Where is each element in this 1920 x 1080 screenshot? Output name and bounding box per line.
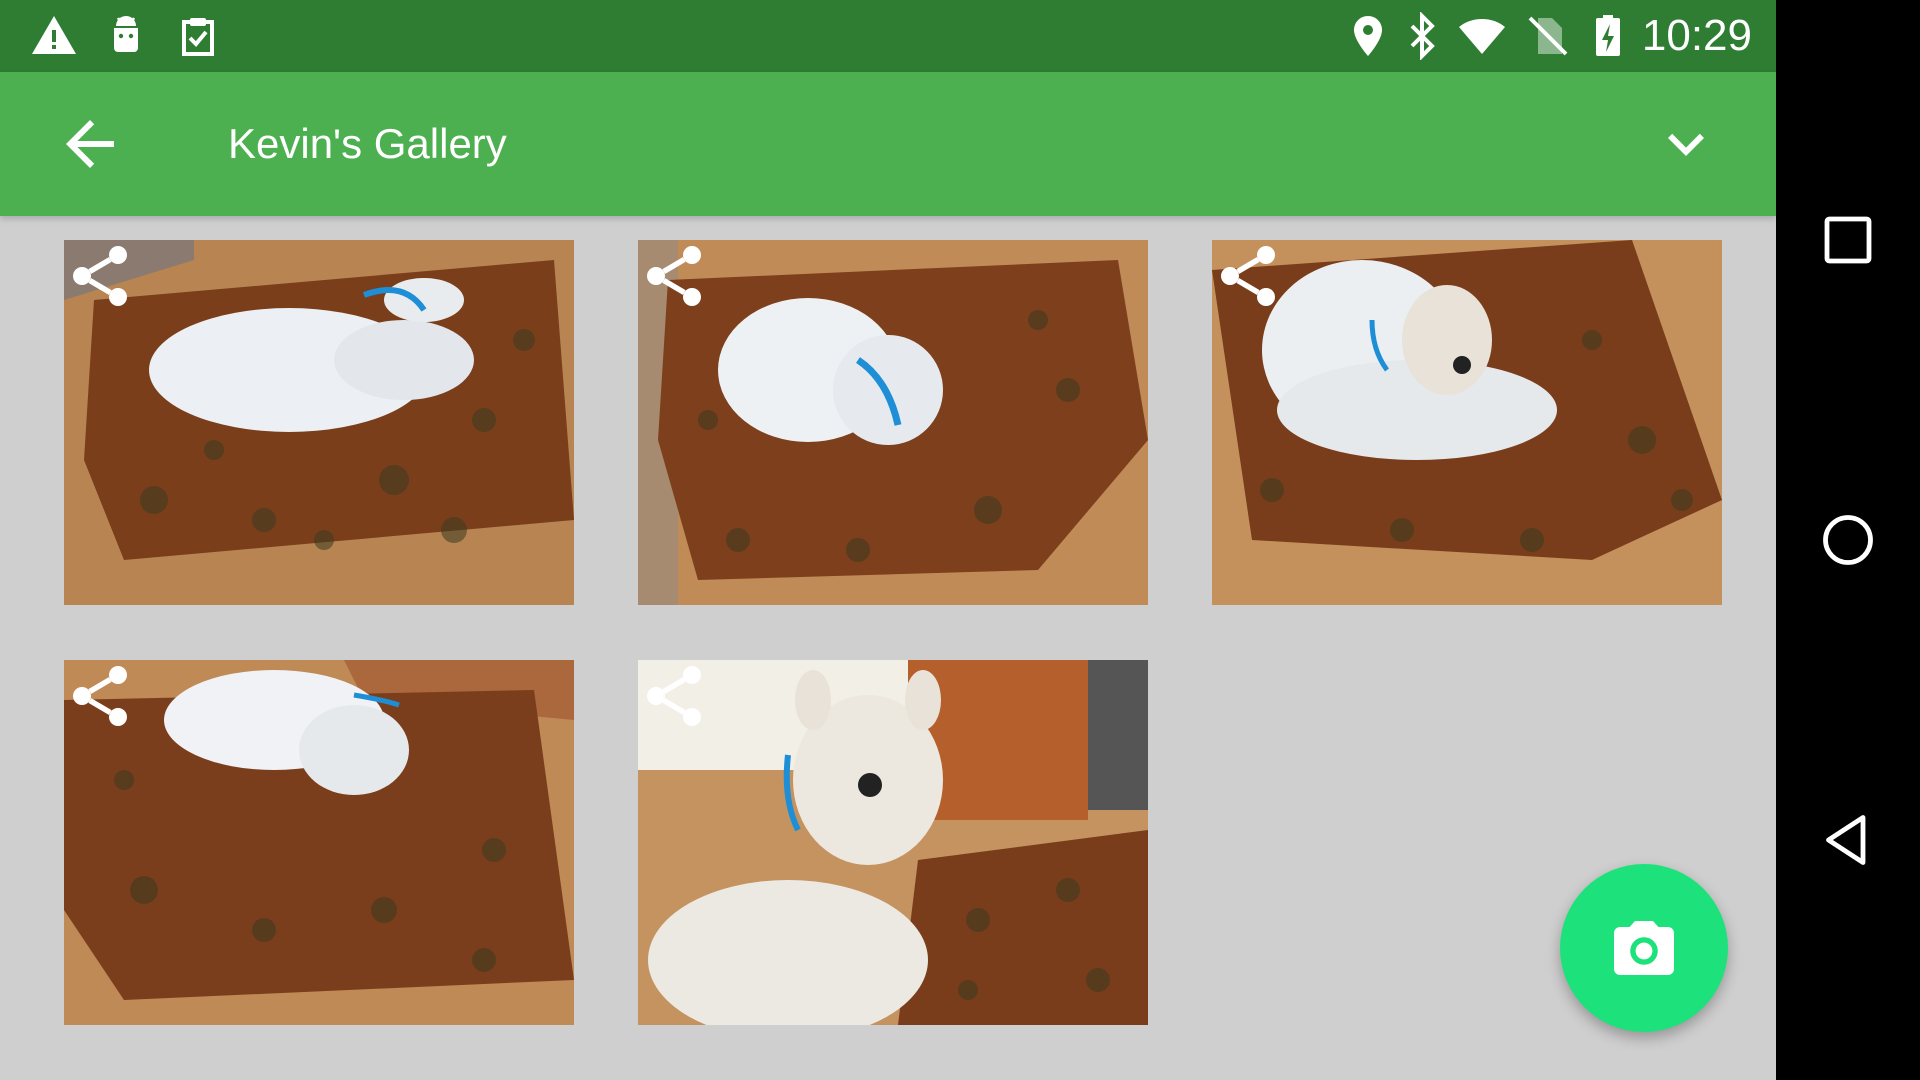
android-debug-icon <box>114 16 138 52</box>
gallery-photo[interactable] <box>638 660 1148 1025</box>
share-button[interactable] <box>638 240 710 312</box>
battery-charging-icon <box>1596 15 1620 56</box>
back-button[interactable] <box>1812 804 1884 876</box>
share-button[interactable] <box>638 660 710 732</box>
clock: 10:29 <box>1641 11 1752 60</box>
gallery-photo[interactable] <box>1212 240 1722 605</box>
app-toolbar: Kevin's Gallery <box>0 72 1776 216</box>
share-icon <box>1212 240 1284 312</box>
share-button[interactable] <box>1212 240 1284 312</box>
share-icon <box>64 660 136 732</box>
dog-photo-image <box>638 660 1148 1025</box>
bluetooth-icon <box>1410 12 1435 60</box>
system-nav-bar <box>1776 0 1920 1080</box>
no-sim-icon <box>1528 16 1568 56</box>
page-title: Kevin's Gallery <box>228 120 507 167</box>
dog-photo-image <box>64 660 574 1025</box>
recents-button[interactable] <box>1812 204 1884 276</box>
gallery-photo[interactable] <box>64 660 574 1025</box>
photo-grid <box>0 216 1776 1080</box>
share-icon <box>638 240 710 312</box>
home-circle-icon <box>1823 515 1873 565</box>
share-button[interactable] <box>64 240 136 312</box>
status-bar: 10:29 <box>0 0 1776 72</box>
dog-photo-image <box>64 240 574 605</box>
back-triangle-icon <box>1826 815 1866 865</box>
camera-fab[interactable] <box>1560 864 1728 1032</box>
gallery-photo[interactable] <box>64 240 574 605</box>
recents-square-icon <box>1824 216 1872 264</box>
share-icon <box>64 240 136 312</box>
chevron-down-icon[interactable] <box>1650 108 1722 180</box>
wifi-icon <box>1459 19 1505 54</box>
warning-icon <box>32 16 76 54</box>
arrow-back-icon[interactable] <box>54 108 126 180</box>
share-button[interactable] <box>64 660 136 732</box>
location-icon <box>1354 16 1382 56</box>
share-icon <box>638 660 710 732</box>
dog-photo-image <box>1212 240 1722 605</box>
gallery-photo[interactable] <box>638 240 1148 605</box>
dog-photo-image <box>638 240 1148 605</box>
home-button[interactable] <box>1812 504 1884 576</box>
clipboard-check-icon <box>182 18 214 56</box>
camera-icon <box>1614 921 1674 975</box>
